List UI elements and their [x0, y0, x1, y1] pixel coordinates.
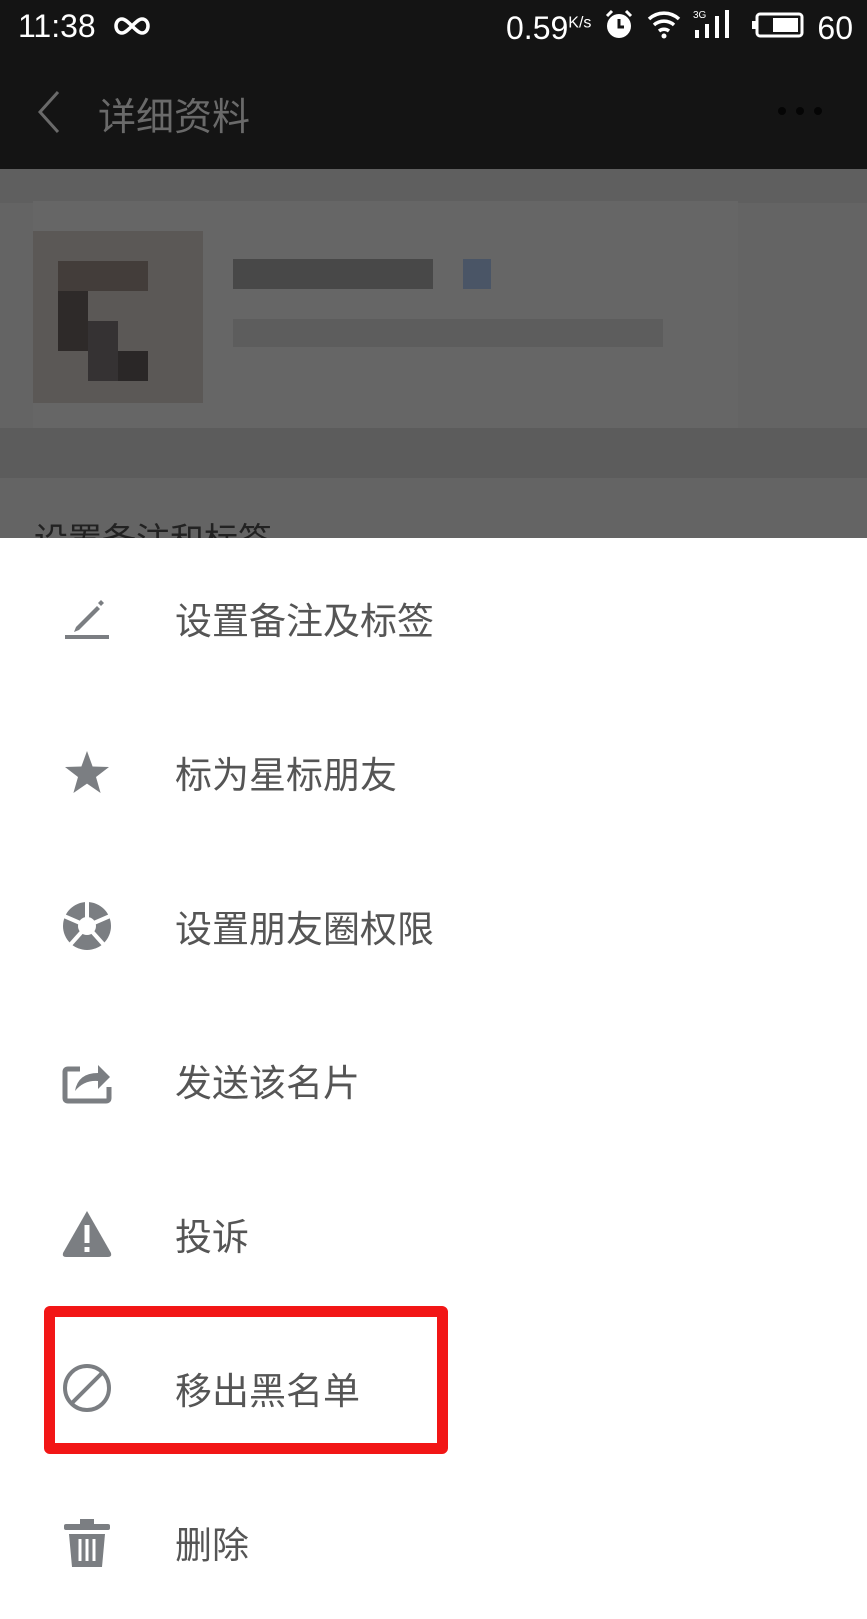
divider: [0, 169, 867, 203]
back-button[interactable]: [30, 86, 70, 138]
more-dot: [814, 107, 822, 115]
wifi-icon: [647, 9, 681, 47]
menu-item-label: 移出黑名单: [175, 1370, 360, 1413]
menu-item-label: 投诉: [175, 1216, 249, 1259]
svg-text:3G: 3G: [693, 10, 707, 21]
infinity-icon: [112, 8, 152, 45]
id-blurred: [233, 319, 663, 347]
aperture-icon: [63, 901, 111, 950]
menu-item-report[interactable]: 投诉: [0, 1157, 867, 1311]
remark-tag-row-label: 设置备注和标签: [34, 513, 272, 538]
battery-icon: [751, 10, 805, 47]
warning-icon: [62, 1211, 112, 1257]
menu-item-delete[interactable]: 删除: [0, 1465, 867, 1619]
menu-item-label: 发送该名片: [175, 1062, 360, 1105]
menu-item-star-friend[interactable]: 标为星标朋友: [0, 695, 867, 849]
dimmed-profile-background: 设置备注和标签: [0, 169, 867, 538]
menu-item-set-remark[interactable]: 设置备注及标签: [0, 541, 867, 695]
block-icon: [63, 1364, 111, 1412]
profile-card-blurred: [33, 201, 738, 429]
menu-item-moments-permission[interactable]: 设置朋友圈权限: [0, 849, 867, 1003]
network-speed: 0.59K/s: [506, 9, 592, 46]
signal-icon: 3G: [693, 8, 739, 48]
page-title: 详细资料: [98, 95, 251, 139]
name-blurred: [233, 259, 433, 289]
trash-icon: [64, 1519, 110, 1567]
more-dot: [796, 107, 804, 115]
menu-item-send-card[interactable]: 发送该名片: [0, 1003, 867, 1157]
more-options-button[interactable]: [770, 96, 830, 126]
share-icon: [62, 1065, 112, 1104]
divider: [0, 428, 867, 478]
menu-item-label: 标为星标朋友: [175, 754, 397, 797]
action-menu-sheet: 设置备注及标签 标为星标朋友 设置朋友圈权限 发送该名片 投诉 移出黑名单 删除: [0, 538, 867, 1567]
avatar-blurred: [33, 231, 203, 403]
status-bar: 11:38 0.59K/s 3G 60: [0, 0, 867, 56]
more-dot: [778, 107, 786, 115]
battery-level: 60: [817, 9, 853, 46]
alarm-icon: [603, 8, 635, 48]
star-icon: [65, 751, 109, 793]
badge-blurred: [463, 259, 491, 289]
clock: 11:38: [18, 8, 96, 44]
app-bar: 详细资料: [0, 56, 867, 169]
menu-item-label: 删除: [175, 1524, 249, 1567]
menu-item-label: 设置备注及标签: [175, 600, 434, 643]
edit-pencil-icon: [65, 600, 109, 639]
menu-item-label: 设置朋友圈权限: [175, 908, 434, 951]
chevron-left-icon: [37, 90, 60, 134]
menu-item-remove-from-blacklist[interactable]: 移出黑名单: [0, 1311, 867, 1465]
